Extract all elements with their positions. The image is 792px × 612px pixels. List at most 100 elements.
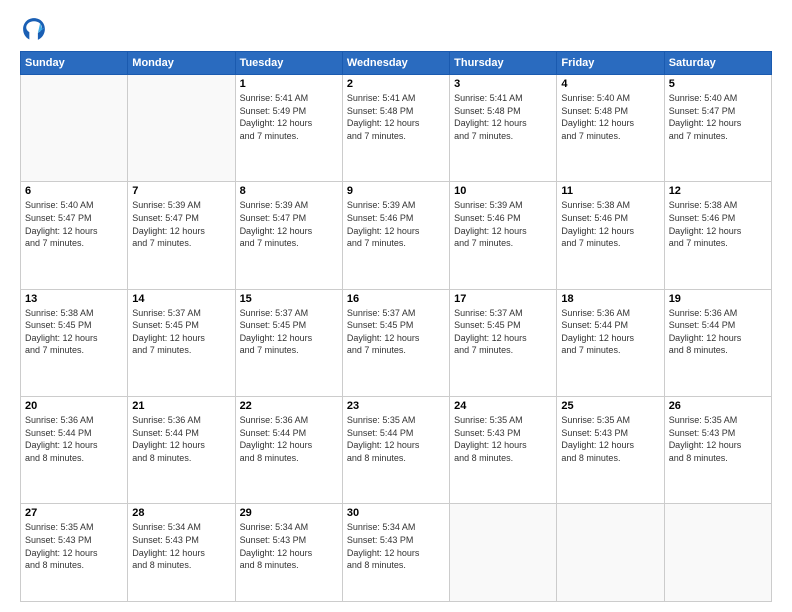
day-number: 18 <box>561 293 659 305</box>
calendar-table: SundayMondayTuesdayWednesdayThursdayFrid… <box>20 51 772 602</box>
calendar-cell: 6 Sunrise: 5:40 AMSunset: 5:47 PMDaylight… <box>21 182 128 289</box>
day-info: Sunrise: 5:36 AMSunset: 5:44 PMDaylight:… <box>25 414 123 464</box>
calendar-cell: 20 Sunrise: 5:36 AMSunset: 5:44 PMDayligh… <box>21 397 128 504</box>
day-number: 22 <box>240 400 338 412</box>
day-info: Sunrise: 5:35 AMSunset: 5:43 PMDaylight:… <box>454 414 552 464</box>
day-info: Sunrise: 5:40 AMSunset: 5:47 PMDaylight:… <box>669 92 767 142</box>
day-number: 20 <box>25 400 123 412</box>
calendar-cell: 2 Sunrise: 5:41 AMSunset: 5:48 PMDaylight… <box>342 75 449 182</box>
day-number: 6 <box>25 185 123 197</box>
day-number: 17 <box>454 293 552 305</box>
day-number: 13 <box>25 293 123 305</box>
calendar-cell: 24 Sunrise: 5:35 AMSunset: 5:43 PMDayligh… <box>450 397 557 504</box>
weekday-header: Sunday <box>21 52 128 75</box>
calendar-cell <box>21 75 128 182</box>
calendar-cell: 26 Sunrise: 5:35 AMSunset: 5:43 PMDayligh… <box>664 397 771 504</box>
calendar-cell: 16 Sunrise: 5:37 AMSunset: 5:45 PMDayligh… <box>342 289 449 396</box>
calendar-cell: 9 Sunrise: 5:39 AMSunset: 5:46 PMDaylight… <box>342 182 449 289</box>
weekday-header: Wednesday <box>342 52 449 75</box>
calendar-cell: 21 Sunrise: 5:36 AMSunset: 5:44 PMDayligh… <box>128 397 235 504</box>
calendar-cell <box>664 504 771 602</box>
weekday-header: Tuesday <box>235 52 342 75</box>
day-info: Sunrise: 5:34 AMSunset: 5:43 PMDaylight:… <box>132 521 230 571</box>
day-info: Sunrise: 5:39 AMSunset: 5:46 PMDaylight:… <box>347 199 445 249</box>
day-info: Sunrise: 5:36 AMSunset: 5:44 PMDaylight:… <box>240 414 338 464</box>
day-info: Sunrise: 5:40 AMSunset: 5:47 PMDaylight:… <box>25 199 123 249</box>
day-number: 12 <box>669 185 767 197</box>
calendar-cell: 17 Sunrise: 5:37 AMSunset: 5:45 PMDayligh… <box>450 289 557 396</box>
day-info: Sunrise: 5:41 AMSunset: 5:48 PMDaylight:… <box>454 92 552 142</box>
day-number: 19 <box>669 293 767 305</box>
header <box>20 15 772 43</box>
calendar-cell: 29Sunrise: 5:34 AMSunset: 5:43 PMDayligh… <box>235 504 342 602</box>
calendar-cell: 30Sunrise: 5:34 AMSunset: 5:43 PMDayligh… <box>342 504 449 602</box>
day-info: Sunrise: 5:36 AMSunset: 5:44 PMDaylight:… <box>132 414 230 464</box>
day-number: 3 <box>454 78 552 90</box>
calendar-cell <box>557 504 664 602</box>
calendar-cell: 3 Sunrise: 5:41 AMSunset: 5:48 PMDaylight… <box>450 75 557 182</box>
day-info: Sunrise: 5:36 AMSunset: 5:44 PMDaylight:… <box>669 307 767 357</box>
day-number: 24 <box>454 400 552 412</box>
day-info: Sunrise: 5:39 AMSunset: 5:47 PMDaylight:… <box>132 199 230 249</box>
logo <box>20 15 52 43</box>
day-info: Sunrise: 5:37 AMSunset: 5:45 PMDaylight:… <box>132 307 230 357</box>
calendar-week-row: 1 Sunrise: 5:41 AMSunset: 5:49 PMDaylight… <box>21 75 772 182</box>
day-info: Sunrise: 5:40 AMSunset: 5:48 PMDaylight:… <box>561 92 659 142</box>
day-number: 10 <box>454 185 552 197</box>
day-info: Sunrise: 5:41 AMSunset: 5:48 PMDaylight:… <box>347 92 445 142</box>
day-info: Sunrise: 5:34 AMSunset: 5:43 PMDaylight:… <box>347 521 445 571</box>
calendar-cell: 14 Sunrise: 5:37 AMSunset: 5:45 PMDayligh… <box>128 289 235 396</box>
calendar-cell <box>450 504 557 602</box>
day-info: Sunrise: 5:41 AMSunset: 5:49 PMDaylight:… <box>240 92 338 142</box>
day-number: 2 <box>347 78 445 90</box>
day-info: Sunrise: 5:37 AMSunset: 5:45 PMDaylight:… <box>240 307 338 357</box>
weekday-header: Saturday <box>664 52 771 75</box>
day-number: 8 <box>240 185 338 197</box>
day-info: Sunrise: 5:37 AMSunset: 5:45 PMDaylight:… <box>454 307 552 357</box>
day-number: 5 <box>669 78 767 90</box>
weekday-header: Monday <box>128 52 235 75</box>
day-number: 25 <box>561 400 659 412</box>
calendar-cell: 4 Sunrise: 5:40 AMSunset: 5:48 PMDaylight… <box>557 75 664 182</box>
calendar-cell: 23 Sunrise: 5:35 AMSunset: 5:44 PMDayligh… <box>342 397 449 504</box>
weekday-header: Thursday <box>450 52 557 75</box>
day-number: 15 <box>240 293 338 305</box>
day-number: 26 <box>669 400 767 412</box>
day-info: Sunrise: 5:35 AMSunset: 5:43 PMDaylight:… <box>669 414 767 464</box>
day-info: Sunrise: 5:36 AMSunset: 5:44 PMDaylight:… <box>561 307 659 357</box>
day-number: 11 <box>561 185 659 197</box>
day-info: Sunrise: 5:39 AMSunset: 5:47 PMDaylight:… <box>240 199 338 249</box>
calendar-cell: 27Sunrise: 5:35 AMSunset: 5:43 PMDayligh… <box>21 504 128 602</box>
day-info: Sunrise: 5:37 AMSunset: 5:45 PMDaylight:… <box>347 307 445 357</box>
calendar-cell: 28 Sunrise: 5:34 AMSunset: 5:43 PMDayligh… <box>128 504 235 602</box>
calendar-cell <box>128 75 235 182</box>
page: SundayMondayTuesdayWednesdayThursdayFrid… <box>0 0 792 612</box>
day-number: 21 <box>132 400 230 412</box>
calendar-cell: 15 Sunrise: 5:37 AMSunset: 5:45 PMDayligh… <box>235 289 342 396</box>
day-number: 9 <box>347 185 445 197</box>
day-info: Sunrise: 5:35 AMSunset: 5:44 PMDaylight:… <box>347 414 445 464</box>
calendar-cell: 12 Sunrise: 5:38 AMSunset: 5:46 PMDayligh… <box>664 182 771 289</box>
calendar-week-row: 13Sunrise: 5:38 AMSunset: 5:45 PMDayligh… <box>21 289 772 396</box>
day-number: 14 <box>132 293 230 305</box>
day-info: Sunrise: 5:38 AMSunset: 5:46 PMDaylight:… <box>669 199 767 249</box>
weekday-header: Friday <box>557 52 664 75</box>
calendar-cell: 18 Sunrise: 5:36 AMSunset: 5:44 PMDayligh… <box>557 289 664 396</box>
calendar-header-row: SundayMondayTuesdayWednesdayThursdayFrid… <box>21 52 772 75</box>
day-info: Sunrise: 5:35 AMSunset: 5:43 PMDaylight:… <box>561 414 659 464</box>
day-info: Sunrise: 5:39 AMSunset: 5:46 PMDaylight:… <box>454 199 552 249</box>
day-number: 27 <box>25 507 123 519</box>
calendar-week-row: 27Sunrise: 5:35 AMSunset: 5:43 PMDayligh… <box>21 504 772 602</box>
day-info: Sunrise: 5:38 AMSunset: 5:46 PMDaylight:… <box>561 199 659 249</box>
day-number: 28 <box>132 507 230 519</box>
calendar-cell: 5 Sunrise: 5:40 AMSunset: 5:47 PMDaylight… <box>664 75 771 182</box>
calendar-cell: 8 Sunrise: 5:39 AMSunset: 5:47 PMDaylight… <box>235 182 342 289</box>
day-number: 23 <box>347 400 445 412</box>
calendar-cell: 11 Sunrise: 5:38 AMSunset: 5:46 PMDayligh… <box>557 182 664 289</box>
day-number: 4 <box>561 78 659 90</box>
calendar-cell: 10 Sunrise: 5:39 AMSunset: 5:46 PMDayligh… <box>450 182 557 289</box>
day-number: 1 <box>240 78 338 90</box>
calendar-cell: 25 Sunrise: 5:35 AMSunset: 5:43 PMDayligh… <box>557 397 664 504</box>
logo-icon <box>20 15 48 43</box>
day-number: 16 <box>347 293 445 305</box>
